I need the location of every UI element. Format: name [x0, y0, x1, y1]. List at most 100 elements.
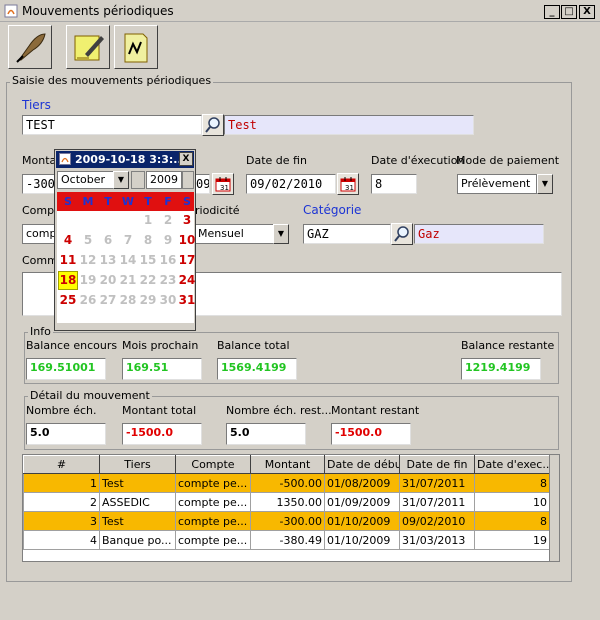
calendar-day-cell[interactable]: 29 [138, 291, 158, 310]
categorie-input[interactable]: GAZ [303, 224, 391, 244]
compte-select[interactable]: compte [22, 224, 58, 244]
calendar-day-cell[interactable]: 12 [78, 251, 98, 270]
calendar-day-cell[interactable]: 10 [177, 231, 197, 250]
table-header-row: # Tiers Compte Montant Date de début Date de … [23, 455, 550, 474]
calendar-day-cell[interactable]: 3 [177, 211, 197, 230]
tiers-input[interactable]: TEST [22, 115, 202, 135]
saisie-legend: Saisie des mouvements périodiques [10, 74, 214, 87]
calendar-day-cell[interactable]: 11 [58, 251, 78, 270]
table-cell-compte: compte pe... [175, 530, 251, 550]
calendar-day-cell[interactable]: 23 [158, 271, 178, 290]
table-cell-montant: -380.49 [250, 530, 325, 550]
tiers-name-display: Test [224, 115, 474, 135]
mode-paiement-dropdown-arrow[interactable]: ▼ [537, 174, 553, 194]
column-header[interactable]: Date de début [324, 455, 400, 474]
calendar-year-spinner[interactable]: 2009 [146, 171, 182, 189]
calendar-day-cell[interactable]: 7 [118, 231, 138, 250]
table-cell-exec: 19 [474, 530, 550, 550]
calendar-day-cell[interactable]: 17 [177, 251, 197, 270]
calendar-day-cell[interactable]: 26 [78, 291, 98, 310]
calendar-day-name: W [121, 195, 135, 208]
calendar-day-cell[interactable]: 8 [138, 231, 158, 250]
balance-restante-label: Balance restante [461, 339, 555, 352]
table-row[interactable]: 4 Banque po... compte pe... -380.49 01/10/20… [23, 530, 550, 550]
sign-document-icon [124, 33, 148, 63]
column-header[interactable]: # [23, 455, 100, 474]
calendar-day-cell[interactable]: 27 [98, 291, 118, 310]
table-scrollbar[interactable] [549, 455, 559, 561]
column-header[interactable]: Montant [250, 455, 325, 474]
table-cell-tiers: ASSEDIC [99, 492, 176, 512]
calendar-day-cell[interactable]: 22 [138, 271, 158, 290]
calendar-day-cell[interactable]: 28 [118, 291, 138, 310]
mouvements-table-container: # Tiers Compte Montant Date de début Date de … [22, 454, 560, 562]
date-exec-input[interactable]: 8 [371, 174, 417, 194]
calendar-day-cell[interactable]: 6 [98, 231, 118, 250]
date-debut-calendar-button[interactable]: 31 [212, 173, 234, 195]
montant-input[interactable]: -300 [22, 174, 58, 194]
nombre-ech-value: 5.0 [26, 423, 106, 445]
tiers-search-button[interactable] [202, 114, 224, 136]
balance-restante-value: 1219.4199 [461, 358, 541, 380]
calendar-day-name: T [104, 195, 112, 208]
table-cell-n: 4 [23, 530, 100, 550]
table-row[interactable]: 1 Test compte pe... -500.00 01/08/2009 31/07/… [23, 473, 550, 493]
calendar-day-cell[interactable]: 31 [177, 291, 197, 310]
calendar-day-cell[interactable]: 1 [138, 211, 158, 230]
calendar-day-cell[interactable]: 25 [58, 291, 78, 310]
table-cell-fin: 31/07/2011 [399, 492, 475, 512]
calendar-day-cell[interactable]: 18 [58, 271, 78, 290]
close-button[interactable]: X [579, 5, 595, 19]
maximize-button[interactable]: □ [561, 5, 577, 19]
calendar-close-button[interactable]: X [179, 152, 193, 166]
title-bar: Mouvements périodiques _ □ X [0, 0, 600, 22]
calendar-day-cell[interactable]: 14 [118, 251, 138, 270]
table-row[interactable]: 2 ASSEDIC compte pe... 1350.00 01/09/2009 31/… [23, 492, 550, 512]
calendar-icon: 31 [215, 177, 231, 192]
java-app-icon [59, 153, 71, 165]
calendar-year-spin-buttons[interactable] [182, 171, 194, 189]
calendar-day-name: F [164, 195, 172, 208]
categorie-search-button[interactable] [391, 223, 413, 245]
table-cell-fin: 31/07/2011 [399, 473, 475, 493]
calendar-day-cell[interactable]: 13 [98, 251, 118, 270]
montant-total-label: Montant total [122, 404, 197, 417]
periodicite-select[interactable]: Mensuel [194, 224, 274, 244]
balance-encours-value: 169.51001 [26, 358, 106, 380]
calendar-title: 2009-10-18 3:3:... [75, 153, 186, 166]
calendar-day-cell[interactable]: 16 [158, 251, 178, 270]
calendar-day-cell[interactable]: 2 [158, 211, 178, 230]
calendar-day-cell[interactable]: 19 [78, 271, 98, 290]
table-cell-compte: compte pe... [175, 473, 251, 493]
validate-entry-button[interactable] [114, 25, 158, 69]
date-fin-calendar-button[interactable]: 31 [337, 173, 359, 195]
window-title: Mouvements périodiques [22, 4, 174, 18]
magnifier-icon [205, 117, 220, 133]
edit-entry-button[interactable] [66, 25, 110, 69]
table-cell-exec: 8 [474, 511, 550, 531]
calendar-day-cell[interactable]: 30 [158, 291, 178, 310]
minimize-button[interactable]: _ [544, 5, 560, 19]
calendar-day-cell[interactable]: 24 [177, 271, 197, 290]
column-header[interactable]: Compte [175, 455, 251, 474]
table-row[interactable]: 3 Test compte pe... -300.00 01/10/2009 09/02/… [23, 511, 550, 531]
column-header[interactable]: Date d'exec... [474, 455, 550, 474]
tiers-label: Tiers [22, 98, 51, 112]
column-header[interactable]: Tiers [99, 455, 176, 474]
periodicite-dropdown-arrow[interactable]: ▼ [273, 224, 289, 244]
table-cell-fin: 09/02/2010 [399, 511, 475, 531]
new-entry-button[interactable] [8, 25, 52, 69]
table-cell-tiers: Test [99, 511, 176, 531]
calendar-day-cell[interactable]: 21 [118, 271, 138, 290]
calendar-month-dropdown-arrow[interactable]: ▼ [113, 171, 129, 189]
calendar-day-cell[interactable]: 5 [78, 231, 98, 250]
calendar-day-cell[interactable]: 20 [98, 271, 118, 290]
calendar-month-select[interactable]: October [57, 171, 115, 189]
calendar-day-cell[interactable]: 9 [158, 231, 178, 250]
calendar-day-cell[interactable]: 4 [58, 231, 78, 250]
date-fin-input[interactable]: 09/02/2010 [246, 174, 336, 194]
column-header[interactable]: Date de fin [399, 455, 475, 474]
mode-paiement-select[interactable]: Prélèvement [457, 174, 537, 194]
calendar-day-cell[interactable]: 15 [138, 251, 158, 270]
java-app-icon [4, 4, 18, 18]
